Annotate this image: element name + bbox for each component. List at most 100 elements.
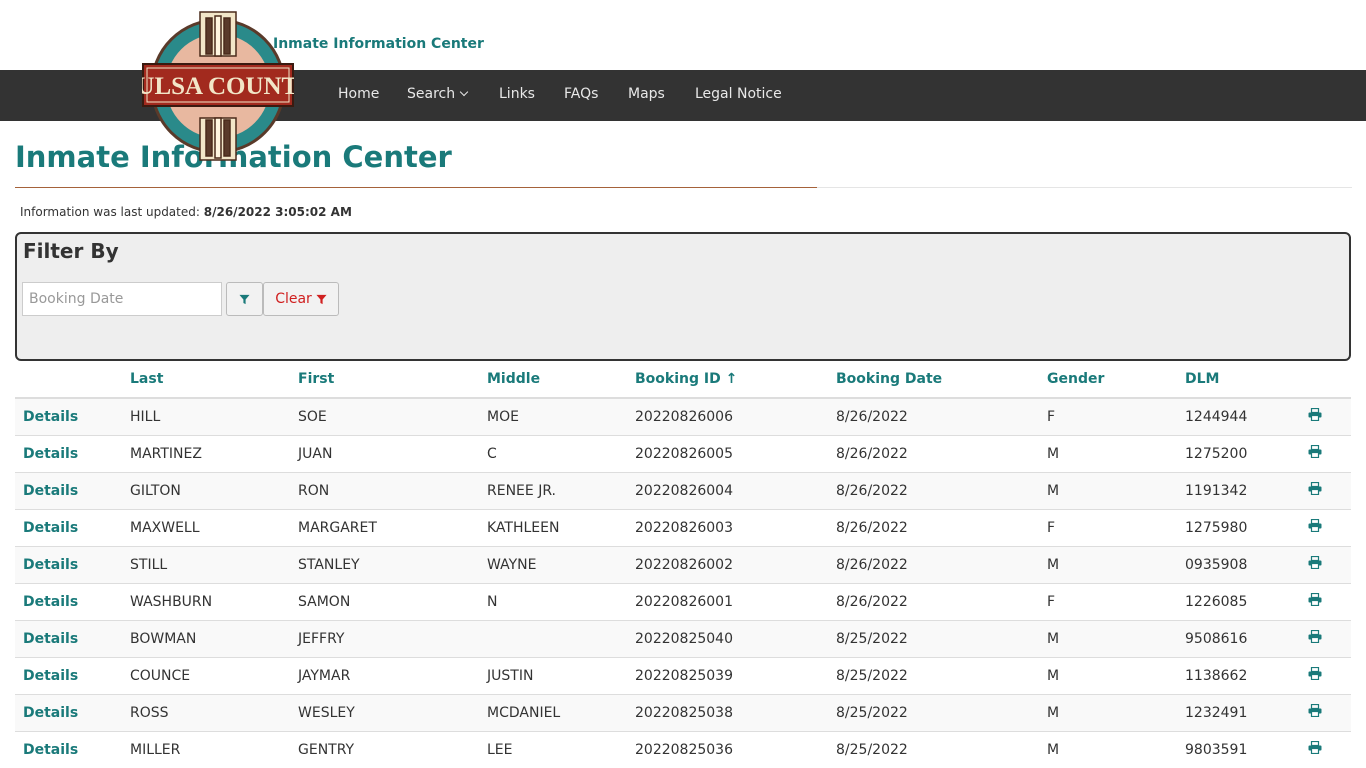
print-cell [1308, 582, 1351, 620]
nav-search[interactable]: Search [407, 86, 469, 102]
cell-booking-date: 8/25/2022 [836, 693, 1047, 731]
col-header-booking-date[interactable]: Booking Date [836, 361, 1047, 399]
cell-booking-date: 8/25/2022 [836, 619, 1047, 657]
inmate-table: Last First Middle Booking ID ↑ Booking D… [15, 361, 1351, 768]
title-divider-light [817, 187, 1352, 188]
clear-filter-button[interactable]: Clear [263, 282, 339, 316]
logo-text: TULSA COUNTY [142, 73, 294, 100]
print-cell [1308, 434, 1351, 472]
col-header-dlm[interactable]: DLM [1185, 361, 1308, 399]
cell-booking-date: 8/26/2022 [836, 508, 1047, 546]
cell-gender: M [1047, 471, 1185, 509]
printer-icon[interactable] [1308, 482, 1322, 495]
details-link[interactable]: Details [15, 471, 130, 509]
details-link[interactable]: Details [15, 397, 130, 435]
cell-dlm: 1232491 [1185, 693, 1308, 731]
details-link[interactable]: Details [15, 582, 130, 620]
cell-booking-date: 8/25/2022 [836, 656, 1047, 694]
cell-gender: M [1047, 693, 1185, 731]
apply-filter-button[interactable] [226, 282, 263, 316]
last-updated: Information was last updated: 8/26/2022 … [20, 205, 352, 219]
details-link[interactable]: Details [15, 693, 130, 731]
printer-icon[interactable] [1308, 593, 1322, 606]
col-header-details [15, 361, 130, 399]
table-row: Details BOWMAN JEFFRY 20220825040 8/25/2022 M… [15, 619, 1351, 657]
printer-icon[interactable] [1308, 519, 1322, 532]
cell-middle: C [487, 434, 635, 472]
funnel-icon [316, 294, 327, 304]
cell-booking-id: 20220826001 [635, 582, 836, 620]
filter-title: Filter By [23, 239, 119, 263]
cell-last: COUNCE [130, 656, 298, 694]
cell-first: STANLEY [298, 545, 487, 583]
clear-label: Clear [275, 291, 312, 307]
cell-last: STILL [130, 545, 298, 583]
cell-last: MARTINEZ [130, 434, 298, 472]
cell-middle: MOE [487, 397, 635, 435]
table-row: Details MAXWELL MARGARET KATHLEEN 2022082600… [15, 508, 1351, 546]
cell-dlm: 9803591 [1185, 730, 1308, 768]
print-cell [1308, 471, 1351, 509]
cell-booking-id: 20220825040 [635, 619, 836, 657]
table-body: Details HILL SOE MOE 20220826006 8/26/2022 F 12… [15, 397, 1351, 768]
col-header-middle[interactable]: Middle [487, 361, 635, 399]
details-link[interactable]: Details [15, 545, 130, 583]
print-cell [1308, 656, 1351, 694]
cell-booking-date: 8/26/2022 [836, 545, 1047, 583]
booking-date-input[interactable] [22, 282, 222, 316]
col-header-gender[interactable]: Gender [1047, 361, 1185, 399]
table-row: Details STILL STANLEY WAYNE 20220826002 8/26/… [15, 545, 1351, 583]
last-updated-label: Information was last updated: [20, 205, 200, 219]
details-link[interactable]: Details [15, 619, 130, 657]
col-header-booking-id[interactable]: Booking ID ↑ [635, 361, 836, 399]
cell-first: GENTRY [298, 730, 487, 768]
printer-icon[interactable] [1308, 704, 1322, 717]
printer-icon[interactable] [1308, 741, 1322, 755]
table-row: Details MILLER GENTRY LEE 20220825036 8/25/20… [15, 730, 1351, 768]
printer-icon[interactable] [1308, 408, 1322, 422]
printer-icon[interactable] [1308, 556, 1322, 569]
details-link[interactable]: Details [15, 508, 130, 546]
print-cell [1308, 619, 1351, 657]
printer-icon[interactable] [1308, 445, 1322, 458]
cell-first: JUAN [298, 434, 487, 472]
cell-middle: WAYNE [487, 545, 635, 583]
cell-dlm: 1244944 [1185, 397, 1308, 435]
printer-icon[interactable] [1308, 667, 1322, 680]
cell-gender: F [1047, 397, 1185, 435]
nav-faqs[interactable]: FAQs [564, 86, 598, 102]
cell-booking-date: 8/26/2022 [836, 471, 1047, 509]
site-name[interactable]: Inmate Information Center [273, 36, 484, 52]
nav-home[interactable]: Home [338, 86, 379, 102]
print-cell [1308, 693, 1351, 731]
details-link[interactable]: Details [15, 730, 130, 768]
nav-links[interactable]: Links [499, 86, 535, 102]
cell-first: MARGARET [298, 508, 487, 546]
cell-last: HILL [130, 397, 298, 435]
cell-gender: M [1047, 619, 1185, 657]
cell-booking-date: 8/25/2022 [836, 730, 1047, 768]
chevron-down-icon [459, 87, 469, 97]
cell-middle: MCDANIEL [487, 693, 635, 731]
cell-last: GILTON [130, 471, 298, 509]
details-link[interactable]: Details [15, 434, 130, 472]
cell-dlm: 1191342 [1185, 471, 1308, 509]
printer-icon[interactable] [1308, 630, 1322, 643]
cell-last: BOWMAN [130, 619, 298, 657]
title-divider [15, 187, 817, 188]
cell-booking-date: 8/26/2022 [836, 397, 1047, 435]
cell-booking-id: 20220826004 [635, 471, 836, 509]
cell-gender: M [1047, 434, 1185, 472]
col-header-first[interactable]: First [298, 361, 487, 399]
col-header-last[interactable]: Last [130, 361, 298, 399]
cell-booking-id: 20220825039 [635, 656, 836, 694]
details-link[interactable]: Details [15, 656, 130, 694]
cell-first: SAMON [298, 582, 487, 620]
nav-maps[interactable]: Maps [628, 86, 665, 102]
print-cell [1308, 545, 1351, 583]
nav-legal-notice[interactable]: Legal Notice [695, 86, 782, 102]
col-header-print [1308, 361, 1351, 399]
tulsa-county-logo[interactable]: TULSA COUNTY [142, 10, 294, 162]
cell-middle: KATHLEEN [487, 508, 635, 546]
table-header-row: Last First Middle Booking ID ↑ Booking D… [15, 361, 1351, 399]
